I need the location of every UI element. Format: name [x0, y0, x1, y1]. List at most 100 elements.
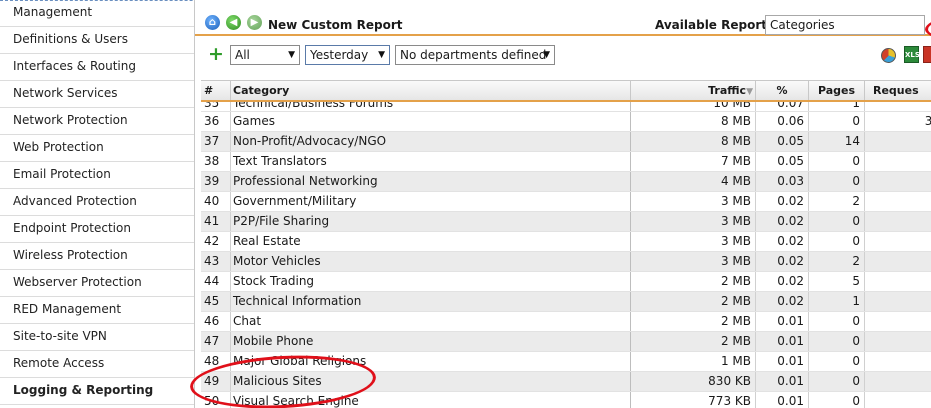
- cell-pages: 2: [809, 252, 865, 271]
- column-header-category[interactable]: Category: [231, 81, 631, 100]
- cell-requests: 2: [865, 172, 931, 191]
- cell-traffic: 2 MB: [631, 332, 756, 351]
- report-table: # Category Traffic▼ % Pages Reques 35 Te…: [201, 80, 931, 408]
- cell-traffic: 3 MB: [631, 192, 756, 211]
- cell-requests: [865, 192, 931, 211]
- cell-pages: 0: [809, 172, 865, 191]
- column-header-percent[interactable]: %: [756, 81, 809, 100]
- sidebar-item-red-management[interactable]: RED Management: [0, 297, 194, 324]
- table-row[interactable]: 38 Text Translators 7 MB 0.05 0: [201, 152, 931, 172]
- cell-category: P2P/File Sharing: [231, 212, 631, 231]
- table-row[interactable]: 50 Visual Search Engine 773 KB 0.01 0: [201, 392, 931, 408]
- cell-category: Real Estate: [231, 232, 631, 251]
- cell-number: 36: [201, 112, 231, 131]
- cell-category: Government/Military: [231, 192, 631, 211]
- cell-category: Non-Profit/Advocacy/NGO: [231, 132, 631, 151]
- column-header-requests[interactable]: Reques: [865, 81, 931, 100]
- table-row[interactable]: 43 Motor Vehicles 3 MB 0.02 2: [201, 252, 931, 272]
- column-header-number[interactable]: #: [201, 81, 231, 100]
- table-row[interactable]: 37Non-Profit/Advocacy/NGO8 MB0.05142: [201, 132, 931, 152]
- cell-traffic: 830 KB: [631, 372, 756, 391]
- table-row[interactable]: 49 Malicious Sites 830 KB 0.01 0: [201, 372, 931, 392]
- cell-percent: 0.03: [756, 172, 809, 191]
- cell-number: 43: [201, 252, 231, 271]
- cell-percent: 0.02: [756, 272, 809, 291]
- table-row[interactable]: 36Games8 MB0.06033: [201, 112, 931, 132]
- home-icon[interactable]: ⌂: [205, 15, 220, 30]
- table-row[interactable]: 42 Real Estate 3 MB 0.02 0: [201, 232, 931, 252]
- pdf-export-icon[interactable]: [923, 46, 931, 63]
- table-body: 36Games8 MB0.0603337Non-Profit/Advocacy/…: [201, 112, 931, 408]
- cell-requests: [865, 292, 931, 311]
- scope-select[interactable]: All ▼: [230, 45, 300, 65]
- table-row[interactable]: 39Professional Networking4 MB0.0302: [201, 172, 931, 192]
- time-range-select[interactable]: Yesterday ▼: [305, 45, 390, 65]
- sidebar-item-definitions-users[interactable]: Definitions & Users: [0, 27, 194, 54]
- sidebar-item-endpoint-protection[interactable]: Endpoint Protection: [0, 216, 194, 243]
- cell-requests: 33: [865, 112, 931, 131]
- sidebar-item-interfaces-routing[interactable]: Interfaces & Routing: [0, 54, 194, 81]
- column-header-traffic[interactable]: Traffic▼: [631, 81, 756, 100]
- sidebar-item-network-services[interactable]: Network Services: [0, 81, 194, 108]
- sidebar-item-advanced-protection[interactable]: Advanced Protection: [0, 189, 194, 216]
- excel-export-icon[interactable]: XLS: [904, 46, 920, 63]
- forward-arrow-icon[interactable]: ▶: [247, 15, 262, 30]
- sidebar: Management Definitions & Users Interface…: [0, 0, 195, 408]
- cell-traffic: 2 MB: [631, 292, 756, 311]
- cell-category: Technical Information: [231, 292, 631, 311]
- sidebar-item-management[interactable]: Management: [0, 0, 194, 27]
- cell-requests: [865, 372, 931, 391]
- table-row[interactable]: 46 Chat 2 MB 0.01 0: [201, 312, 931, 332]
- sidebar-item-email-protection[interactable]: Email Protection: [0, 162, 194, 189]
- table-row[interactable]: 44 Stock Trading 2 MB 0.02 5: [201, 272, 931, 292]
- cell-percent: 0.02: [756, 232, 809, 251]
- cell-traffic: 3 MB: [631, 252, 756, 271]
- cell-requests: [865, 392, 931, 408]
- sidebar-item-wireless-protection[interactable]: Wireless Protection: [0, 243, 194, 270]
- table-row[interactable]: 41 P2P/File Sharing 3 MB 0.02 0: [201, 212, 931, 232]
- sidebar-item-logging-reporting[interactable]: Logging & Reporting: [0, 378, 194, 405]
- sidebar-item-network-protection[interactable]: Network Protection: [0, 108, 194, 135]
- cell-percent: 0.01: [756, 332, 809, 351]
- cell-percent: 0.02: [756, 292, 809, 311]
- table-row[interactable]: 40 Government/Military 3 MB 0.02 2: [201, 192, 931, 212]
- cell-requests: [865, 332, 931, 351]
- table-row[interactable]: 45 Technical Information 2 MB 0.02 1: [201, 292, 931, 312]
- table-row[interactable]: 47 Mobile Phone 2 MB 0.01 0: [201, 332, 931, 352]
- pie-chart-icon[interactable]: [881, 48, 896, 63]
- cell-number: 39: [201, 172, 231, 191]
- cell-traffic: 773 KB: [631, 392, 756, 408]
- table-row[interactable]: 35 Technical/Business Forums 10 MB 0.07 …: [201, 102, 931, 112]
- cell-traffic: 2 MB: [631, 272, 756, 291]
- department-select[interactable]: No departments defined ▼: [395, 45, 555, 65]
- table-row[interactable]: 48 Major Global Religions 1 MB 0.01 0: [201, 352, 931, 372]
- available-reports-select[interactable]: Categories: [765, 15, 925, 35]
- column-header-pages[interactable]: Pages: [809, 81, 865, 100]
- cell-requests: [865, 232, 931, 251]
- cell-requests: [865, 152, 931, 171]
- cell-percent: 0.02: [756, 212, 809, 231]
- available-reports-label: Available Reports:: [655, 18, 779, 32]
- dropdown-arrow-icon: ▼: [288, 50, 295, 60]
- cell-category: Malicious Sites: [231, 372, 631, 391]
- cell-requests: [865, 312, 931, 331]
- add-icon[interactable]: +: [208, 44, 224, 64]
- sidebar-item-site-to-site-vpn[interactable]: Site-to-site VPN: [0, 324, 194, 351]
- column-header-traffic-label: Traffic: [708, 84, 747, 97]
- cell-pages: 0: [809, 372, 865, 391]
- cell-percent: 0.02: [756, 192, 809, 211]
- cell-number: 37: [201, 132, 231, 151]
- sidebar-item-remote-access[interactable]: Remote Access: [0, 351, 194, 378]
- cell-percent: 0.06: [756, 112, 809, 131]
- cell-number: 35: [201, 102, 231, 111]
- dropdown-arrow-icon: ▼: [543, 50, 550, 60]
- back-arrow-icon[interactable]: ◀: [226, 15, 241, 30]
- cell-requests: [865, 272, 931, 291]
- sidebar-item-web-protection[interactable]: Web Protection: [0, 135, 194, 162]
- selection-marquee: [0, 0, 194, 1]
- cell-number: 41: [201, 212, 231, 231]
- cell-traffic: 4 MB: [631, 172, 756, 191]
- cell-category: Mobile Phone: [231, 332, 631, 351]
- sidebar-item-webserver-protection[interactable]: Webserver Protection: [0, 270, 194, 297]
- cell-percent: 0.02: [756, 252, 809, 271]
